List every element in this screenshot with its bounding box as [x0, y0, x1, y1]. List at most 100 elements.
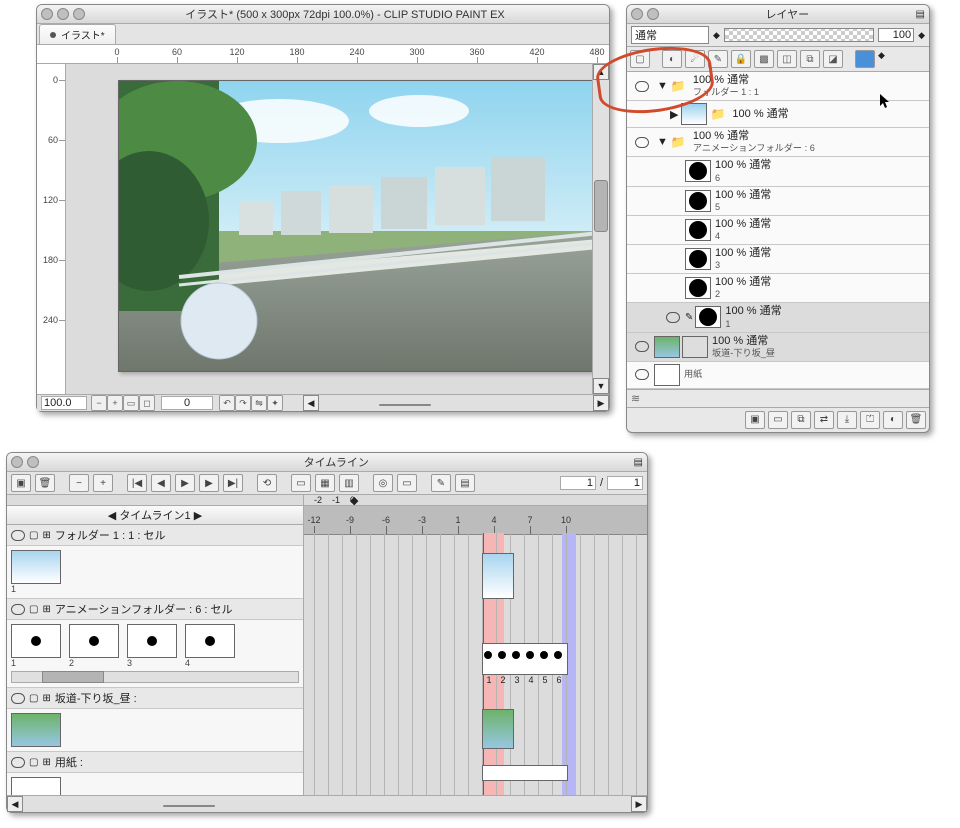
scroll-down-icon[interactable]: ▼	[593, 378, 609, 394]
select-icon[interactable]: ▭	[397, 474, 417, 492]
track-header[interactable]: ▢ ⊞ アニメーションフォルダー : 6 : セル	[7, 599, 303, 620]
clip-icon[interactable]: ◐	[662, 50, 682, 68]
canvas-titlebar[interactable]: イラスト* (500 x 300px 72dpi 100.0%) - CLIP …	[37, 5, 609, 24]
cel-batch-icon[interactable]: ▥	[339, 474, 359, 492]
track-header[interactable]: ▢ ⊞ 用紙 :	[7, 752, 303, 773]
swatch-icon[interactable]: ▢	[630, 50, 650, 68]
fit-icon[interactable]: ▭	[123, 395, 139, 411]
track-body[interactable]	[7, 709, 303, 752]
rotate-left-icon[interactable]: ↶	[219, 395, 235, 411]
scroll-left-icon[interactable]: ◀	[303, 395, 319, 411]
ruler-horizontal[interactable]: 060120180240300360420480	[37, 45, 609, 64]
draft-icon[interactable]: ✎	[708, 50, 728, 68]
prev-frame-icon[interactable]: ◀	[151, 474, 171, 492]
opacity-value[interactable]: 100	[878, 28, 914, 42]
play-icon[interactable]: ▶	[175, 474, 195, 492]
star-icon[interactable]: ✦	[267, 395, 283, 411]
canvas-area[interactable]	[66, 64, 592, 394]
collapse-icon[interactable]	[647, 8, 659, 20]
zoom-field[interactable]: 100.0	[41, 396, 87, 410]
clip[interactable]	[482, 765, 568, 781]
disclosure-icon[interactable]: ▼	[657, 136, 668, 148]
layer-frame[interactable]: 100 % 通常6	[627, 157, 929, 186]
scroll-right-icon[interactable]: ▶	[593, 395, 609, 411]
reference-icon[interactable]: ☄	[685, 50, 705, 68]
layer-anim-folder[interactable]: ▼ 📁 100 % 通常アニメーションフォルダー : 6	[627, 128, 929, 157]
expand-icon[interactable]: ⊞	[42, 693, 50, 704]
merge-icon[interactable]: ⤓	[837, 411, 857, 429]
onion-icon[interactable]: ◎	[373, 474, 393, 492]
eye-icon[interactable]	[635, 341, 649, 352]
track-body[interactable]: 1	[7, 546, 303, 599]
eye-icon[interactable]	[635, 81, 649, 92]
layer-paper[interactable]: 用紙	[627, 362, 929, 389]
ruler-icon[interactable]: ◫	[777, 50, 797, 68]
trash-icon[interactable]: 🗑	[35, 474, 55, 492]
timeline-titlebar[interactable]: タイムライン ▤	[7, 453, 647, 472]
layer-frame[interactable]: 100 % 通常5	[627, 187, 929, 216]
scroll-up-icon[interactable]: ▲	[593, 64, 609, 80]
layer-bg[interactable]: 100 % 通常坂道-下り坂_昼	[627, 333, 929, 362]
frame-field-a[interactable]: 1	[560, 476, 596, 490]
new-folder-icon[interactable]: ▭	[768, 411, 788, 429]
layer-frame[interactable]: 100 % 通常4	[627, 216, 929, 245]
ruler-vertical[interactable]: 060120180240	[37, 64, 66, 394]
blend-mode-select[interactable]: 通常	[631, 26, 709, 44]
transfer-icon[interactable]: ⇄	[814, 411, 834, 429]
timeline-scrollbar[interactable]: ◀ ▶	[7, 795, 647, 812]
duplicate-icon[interactable]: ⧉	[791, 411, 811, 429]
first-frame-icon[interactable]: |◀	[127, 474, 147, 492]
menu-icon[interactable]: ▤	[916, 9, 925, 20]
tone-icon[interactable]: ◪	[823, 50, 843, 68]
close-icon[interactable]	[631, 8, 643, 20]
last-frame-icon[interactable]: ▶|	[223, 474, 243, 492]
opacity-slider[interactable]	[724, 28, 874, 42]
flip-icon[interactable]: ⇋	[251, 395, 267, 411]
menu-icon[interactable]: ▤	[634, 457, 643, 468]
next-frame-icon[interactable]: ▶	[199, 474, 219, 492]
new-cel-icon[interactable]: ▭	[291, 474, 311, 492]
eye-icon[interactable]	[635, 137, 649, 148]
layers-titlebar[interactable]: レイヤー ▤	[627, 5, 929, 24]
eye-icon[interactable]	[666, 312, 680, 323]
track-header[interactable]: ▢ ⊞ フォルダー 1 : 1 : セル	[7, 525, 303, 546]
lock-icon[interactable]: 🔒	[731, 50, 751, 68]
rotate-right-icon[interactable]: ↷	[235, 395, 251, 411]
eye-icon[interactable]	[11, 530, 25, 541]
mask-new-icon[interactable]: ◐	[883, 411, 903, 429]
eye-icon[interactable]	[11, 757, 25, 768]
close-icon[interactable]	[41, 8, 53, 20]
tag-icon[interactable]: ▤	[455, 474, 475, 492]
track-body[interactable]: 1234	[7, 620, 303, 688]
zoom-in-icon[interactable]: +	[93, 474, 113, 492]
zoom-out-icon[interactable]: −	[91, 395, 107, 411]
disclosure-icon[interactable]: ▶	[670, 108, 678, 121]
layer-frame[interactable]: ✎ 100 % 通常1	[627, 303, 929, 332]
zoom-out-icon[interactable]: −	[69, 474, 89, 492]
expand-icon[interactable]: ⊞	[42, 604, 50, 615]
timeline-track-area[interactable]: -2 -1 0 ◆ -12-9-6-314710 123456	[304, 495, 647, 795]
timeline-ruler[interactable]: -12-9-6-314710	[304, 506, 647, 535]
cel-options-icon[interactable]: ▦	[315, 474, 335, 492]
trash-icon[interactable]: 🗑	[906, 411, 926, 429]
track-body[interactable]	[7, 773, 303, 795]
close-icon[interactable]	[11, 456, 23, 468]
maximize-icon[interactable]	[73, 8, 85, 20]
expand-icon[interactable]: ⊞	[42, 757, 50, 768]
eye-icon[interactable]	[11, 693, 25, 704]
link-icon[interactable]: ⧉	[800, 50, 820, 68]
doc-tab[interactable]: イラスト*	[39, 24, 116, 44]
collapse-icon[interactable]	[27, 456, 39, 468]
clip[interactable]	[482, 643, 568, 675]
mask-icon[interactable]: ▩	[754, 50, 774, 68]
disclosure-icon[interactable]: ▼	[657, 80, 668, 92]
clip[interactable]	[482, 553, 514, 599]
scrollbar-vertical[interactable]: ▲ ▼	[592, 64, 609, 394]
frame-field-b[interactable]: 1	[607, 476, 643, 490]
track-header[interactable]: ▢ ⊞ 坂道-下り坂_昼 :	[7, 688, 303, 709]
timeline-name[interactable]: ◀ タイムライン1 ▶	[7, 506, 303, 525]
eye-icon[interactable]	[635, 369, 649, 380]
minimize-icon[interactable]	[57, 8, 69, 20]
edit-icon[interactable]: ✎	[431, 474, 451, 492]
scrollbar-horizontal[interactable]: 100.0 − + ▭ ◻ 0 ↶ ↷ ⇋ ✦ ◀ ▶	[37, 394, 609, 411]
